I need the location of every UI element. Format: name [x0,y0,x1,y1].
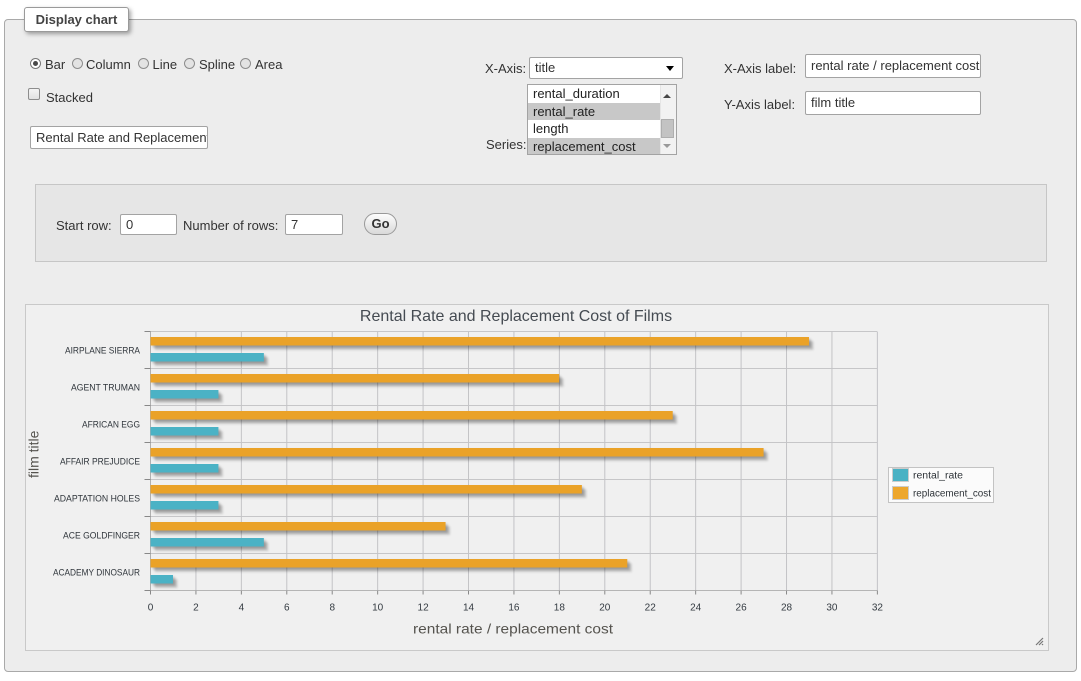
svg-text:AIRPLANE SIERRA: AIRPLANE SIERRA [65,345,140,355]
svg-text:AGENT TRUMAN: AGENT TRUMAN [71,382,140,392]
svg-text:8: 8 [329,603,335,614]
svg-text:12: 12 [418,603,430,614]
svg-text:2: 2 [193,603,199,614]
svg-text:24: 24 [690,603,702,614]
svg-text:rental_rate: rental_rate [913,471,963,482]
svg-text:AFFAIR PREJUDICE: AFFAIR PREJUDICE [60,456,140,466]
svg-text:AFRICAN EGG: AFRICAN EGG [82,419,140,429]
svg-text:14: 14 [463,603,475,614]
svg-text:28: 28 [781,603,793,614]
svg-text:4: 4 [239,603,245,614]
svg-text:30: 30 [826,603,838,614]
svg-text:rental rate / replacement cost: rental rate / replacement cost [413,621,613,637]
svg-text:ADAPTATION HOLES: ADAPTATION HOLES [54,493,140,503]
svg-text:ACADEMY DINOSAUR: ACADEMY DINOSAUR [53,567,140,577]
svg-text:10: 10 [372,603,384,614]
svg-text:replacement_cost: replacement_cost [913,489,991,500]
svg-text:Rental Rate and Replacement Co: Rental Rate and Replacement Cost of Film… [360,308,672,325]
svg-text:ACE GOLDFINGER: ACE GOLDFINGER [63,530,140,540]
svg-text:26: 26 [736,603,748,614]
svg-text:22: 22 [645,603,657,614]
svg-text:16: 16 [508,603,520,614]
svg-text:32: 32 [872,603,884,614]
svg-text:18: 18 [554,603,566,614]
svg-text:20: 20 [599,603,611,614]
svg-text:6: 6 [284,603,290,614]
svg-text:0: 0 [148,603,154,614]
svg-text:film title: film title [26,430,42,478]
